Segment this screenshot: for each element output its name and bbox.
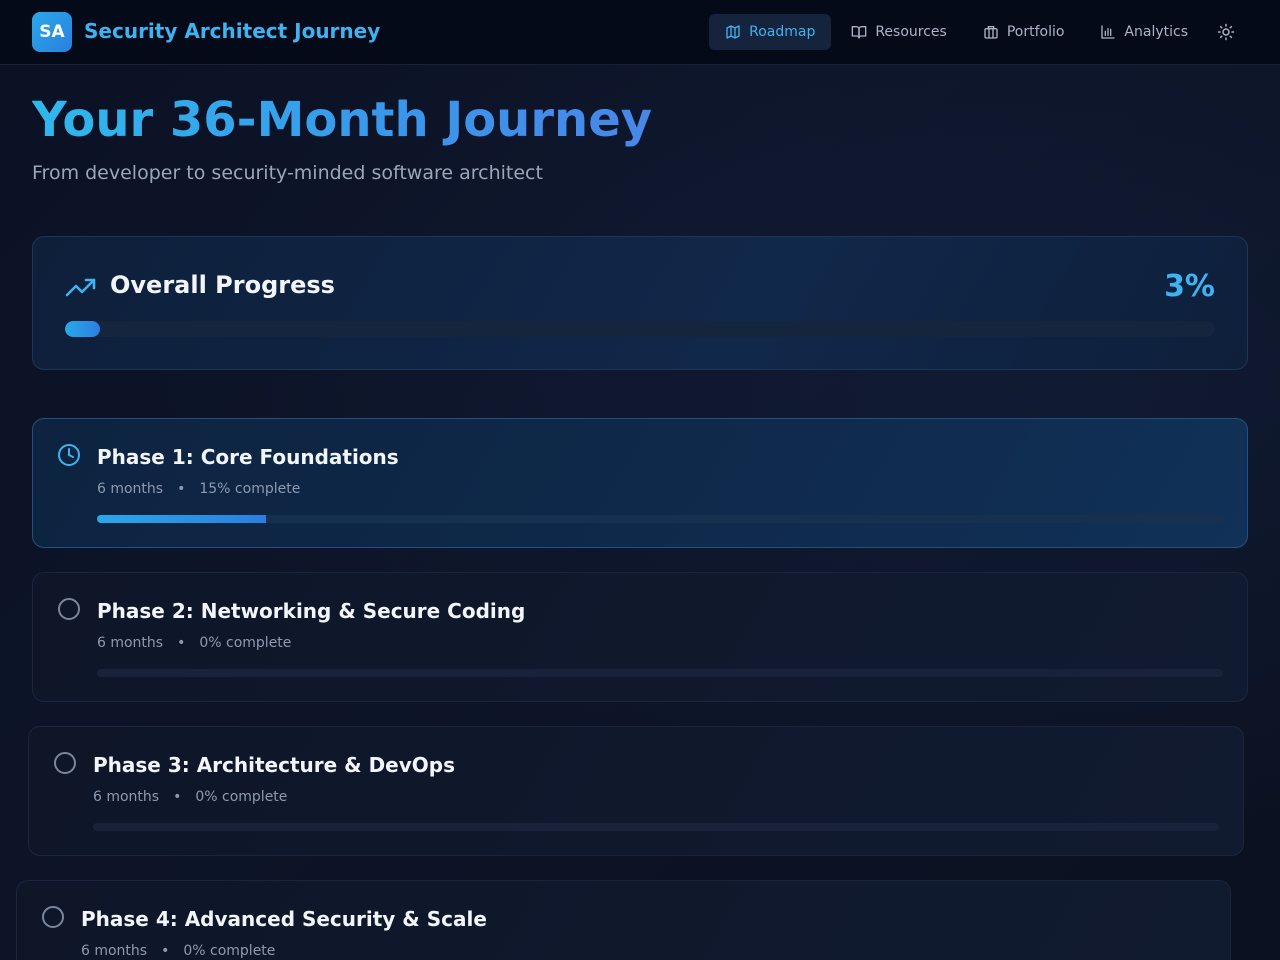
overall-progress-bar: [65, 321, 1215, 337]
nav-roadmap[interactable]: Roadmap: [709, 14, 832, 50]
circle-icon: [42, 906, 64, 928]
phase-status: 0% complete: [195, 789, 288, 805]
page-title: Your 36-Month Journey: [32, 92, 653, 148]
sun-icon: [1217, 23, 1235, 41]
main-nav: Roadmap Resources Portfolio Analytics: [705, 14, 1244, 50]
phase-title: Phase 4: Advanced Security & Scale: [81, 907, 487, 931]
circle-icon: [54, 752, 76, 774]
nav-analytics[interactable]: Analytics: [1084, 14, 1204, 50]
nav-roadmap-label: Roadmap: [749, 24, 816, 40]
overall-progress-fill: [65, 321, 100, 337]
overall-progress-title: Overall Progress: [110, 271, 335, 299]
phase-card-2[interactable]: Phase 2: Networking & Secure Coding 6 mo…: [32, 572, 1248, 702]
phase-duration: 6 months: [93, 789, 160, 805]
phase-duration: 6 months: [97, 635, 164, 651]
phase-meta: 6 months • 15% complete: [97, 481, 300, 497]
phase-card-1[interactable]: Phase 1: Core Foundations 6 months • 15%…: [32, 418, 1248, 548]
phase-card-4[interactable]: Phase 4: Advanced Security & Scale 6 mon…: [16, 880, 1231, 960]
nav-portfolio[interactable]: Portfolio: [967, 14, 1081, 50]
meta-separator: •: [161, 943, 170, 959]
logo-text: SA: [39, 22, 65, 42]
phase-progress-bar: [93, 823, 1219, 831]
phase-status: 15% complete: [199, 481, 301, 497]
phase-progress-fill: [97, 515, 266, 523]
nav-portfolio-label: Portfolio: [1006, 24, 1065, 40]
map-icon: [726, 25, 740, 39]
trending-up-icon: [65, 278, 96, 297]
clock-icon: [58, 444, 80, 466]
theme-toggle-button[interactable]: [1208, 14, 1244, 50]
phase-title: Phase 1: Core Foundations: [97, 445, 399, 469]
page-subtitle: From developer to security-minded softwa…: [32, 162, 543, 184]
briefcase-icon: [984, 26, 998, 39]
phase-status: 0% complete: [199, 635, 292, 651]
bar-chart-icon: [1101, 25, 1116, 39]
nav-analytics-label: Analytics: [1124, 24, 1188, 40]
phase-status: 0% complete: [183, 943, 276, 959]
phase-title: Phase 3: Architecture & DevOps: [93, 753, 455, 777]
circle-icon: [58, 598, 80, 620]
phase-title: Phase 2: Networking & Secure Coding: [97, 599, 526, 623]
phase-progress-bar: [97, 669, 1223, 677]
phase-meta: 6 months • 0% complete: [93, 789, 287, 805]
nav-resources-label: Resources: [875, 24, 947, 40]
nav-resources[interactable]: Resources: [835, 14, 963, 50]
phase-meta: 6 months • 0% complete: [97, 635, 291, 651]
top-navigation-bar: SA Security Architect Journey Roadmap Re…: [0, 0, 1280, 65]
phase-card-3[interactable]: Phase 3: Architecture & DevOps 6 months …: [28, 726, 1244, 856]
phase-duration: 6 months: [81, 943, 148, 959]
phase-progress-bar: [97, 515, 1223, 523]
app-title[interactable]: Security Architect Journey: [84, 19, 380, 43]
overall-progress-card: Overall Progress 3%: [32, 236, 1248, 370]
meta-separator: •: [177, 635, 186, 651]
phase-duration: 6 months: [97, 481, 164, 497]
overall-progress-percent: 3%: [1164, 269, 1215, 304]
phase-meta: 6 months • 0% complete: [81, 943, 275, 959]
book-icon: [851, 26, 867, 39]
app-logo[interactable]: SA: [32, 12, 72, 52]
meta-separator: •: [173, 789, 182, 805]
meta-separator: •: [177, 481, 186, 497]
